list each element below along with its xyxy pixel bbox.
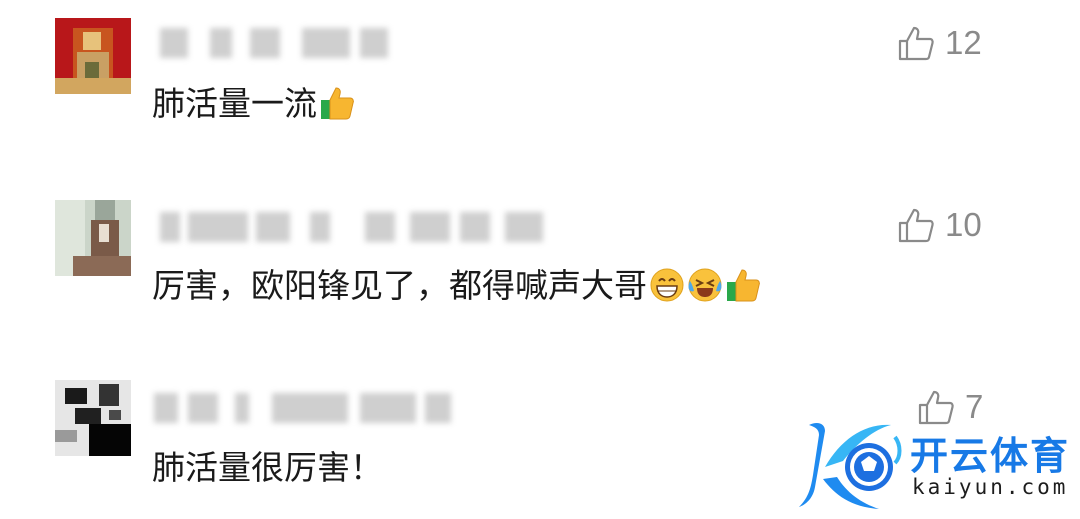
avatar[interactable] [55, 380, 131, 456]
comment-text: 肺活量一流 [152, 84, 355, 124]
like-button[interactable]: 10 [897, 206, 982, 244]
brand-url: kaiyun.com [912, 475, 1069, 499]
thumbs-up-emoji-icon [321, 87, 354, 120]
kaiyun-logo-icon [799, 423, 902, 509]
like-button[interactable]: 12 [897, 24, 982, 62]
watermark-logo: 开云体育 kaiyun.com [795, 417, 1080, 519]
like-count: 10 [945, 206, 982, 243]
brand-name: 开云体育 [910, 434, 1071, 478]
like-count: 12 [945, 24, 982, 61]
grinning-face-emoji-icon [650, 268, 684, 302]
comment-text: 肺活量很厉害！ [152, 448, 383, 488]
thumbs-up-emoji-icon [727, 269, 760, 302]
thumbs-up-outline-icon [898, 208, 934, 243]
avatar[interactable] [55, 200, 131, 276]
crying-laughing-emoji-icon [688, 268, 722, 302]
avatar[interactable] [55, 18, 131, 94]
thumbs-up-outline-icon [898, 26, 934, 61]
comment-body: 肺活量很厉害！ [152, 448, 383, 487]
comment-body: 肺活量一流 [152, 84, 317, 123]
comment-text: 厉害，欧阳锋见了，都得喊声大哥 [152, 266, 761, 306]
comment-body: 厉害，欧阳锋见了，都得喊声大哥 [152, 266, 647, 305]
